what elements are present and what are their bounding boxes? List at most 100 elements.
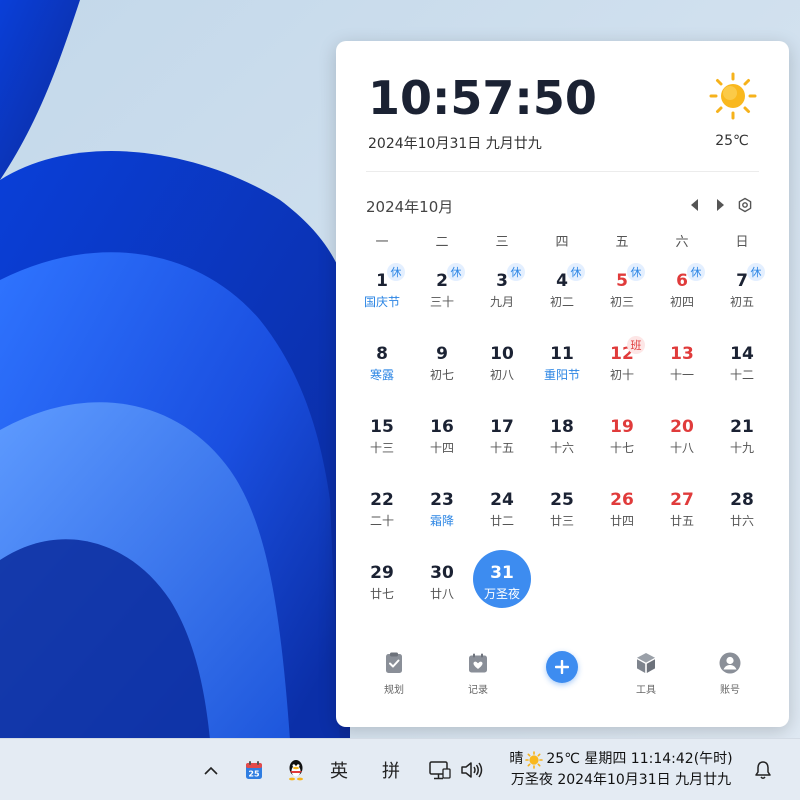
day-cell[interactable]: 6 初四 休	[652, 259, 712, 332]
lunar-date: 十五	[489, 441, 514, 455]
account-label: 账号	[720, 685, 740, 696]
workday-badge: 班	[627, 336, 645, 354]
day-cell[interactable]: 13 十一	[652, 332, 712, 405]
calendar-app-badge: 25	[248, 770, 260, 779]
day-number: 13	[670, 344, 694, 364]
prev-month-button[interactable]	[685, 195, 705, 215]
record-button[interactable]: 记录	[436, 649, 520, 709]
day-cell[interactable]: 5 初三 休	[592, 259, 652, 332]
lunar-date: 廿八	[429, 587, 454, 601]
lunar-date: 廿五	[669, 514, 694, 528]
lunar-date: 三十	[429, 295, 454, 309]
clipboard-check-icon	[386, 652, 402, 673]
lunar-date: 初十	[609, 368, 634, 382]
chevron-up-icon	[204, 766, 218, 775]
lunar-date: 初五	[729, 295, 754, 309]
day-number: 7	[736, 271, 748, 291]
day-cell[interactable]: 18 十六	[532, 405, 592, 478]
day-number: 28	[730, 490, 754, 510]
day-cell[interactable]: 25 廿三	[532, 478, 592, 551]
day-cell[interactable]: 17 十五	[472, 405, 532, 478]
add-button-wrapper	[520, 649, 604, 709]
day-number: 22	[370, 490, 394, 510]
calendar-settings-button[interactable]	[735, 195, 755, 215]
sun-icon[interactable]	[708, 71, 758, 121]
clock-line-1: 晴 25℃ 星期四 11:14:42(午时)	[509, 749, 733, 770]
day-number: 18	[550, 417, 574, 437]
weekday-label: 四	[555, 235, 569, 250]
day-cell[interactable]: 15 十三	[352, 405, 412, 478]
account-button[interactable]: 账号	[688, 649, 772, 709]
day-cell[interactable]: 10 初八	[472, 332, 532, 405]
day-cell[interactable]: 26 廿四	[592, 478, 652, 551]
ime-mode-button[interactable]: 拼	[378, 739, 404, 800]
lunar-date: 廿四	[609, 514, 634, 528]
day-cell-today[interactable]: 31 万圣夜	[472, 550, 532, 624]
clock-line-2: 万圣夜 2024年10月31日 九月廿九	[510, 772, 732, 788]
input-language-button[interactable]: 英	[326, 739, 352, 800]
day-cell[interactable]: 23 霜降	[412, 478, 472, 551]
day-cell[interactable]: 24 廿二	[472, 478, 532, 551]
holiday-badge: 休	[387, 263, 405, 281]
day-cell[interactable]: 28 廿六	[712, 478, 772, 551]
volume-button[interactable]	[459, 739, 485, 800]
day-cell[interactable]: 21 十九	[712, 405, 772, 478]
day-cell[interactable]: 27 廿五	[652, 478, 712, 551]
lunar-date: 十二	[729, 368, 754, 382]
day-cell[interactable]: 11 重阳节	[532, 332, 592, 405]
day-cell[interactable]: 20 十八	[652, 405, 712, 478]
day-number: 3	[496, 271, 508, 291]
day-number: 19	[610, 417, 634, 437]
taskbar-clock[interactable]: 晴 25℃ 星期四 11:14:42(午时) 万圣夜 2024年10月31日 九…	[496, 739, 746, 800]
plan-label: 规划	[384, 685, 404, 696]
network-button[interactable]	[428, 739, 452, 800]
holiday-badge: 休	[447, 263, 465, 281]
holiday-badge: 休	[567, 263, 585, 281]
show-hidden-icons-button[interactable]	[200, 739, 222, 800]
lunar-date: 十七	[609, 441, 634, 455]
calendar-app-tray-button[interactable]: 25	[242, 739, 266, 800]
day-number: 29	[370, 563, 394, 583]
lunar-date: 初七	[429, 368, 454, 382]
day-cell[interactable]: 9 初七	[412, 332, 472, 405]
calendar-grid: 1 国庆节休 2 三十休 3 九月休 4 初二休 5 初三休 6 初四休 7 初五休 8 寒露 9 初七 10 初八 1…	[352, 259, 772, 624]
day-number: 26	[610, 490, 634, 510]
holiday-badge: 休	[747, 263, 765, 281]
notifications-button[interactable]	[752, 739, 774, 800]
full-date: 2024年10月31日 九月廿九	[368, 136, 542, 152]
holiday-badge: 休	[507, 263, 525, 281]
lunar-date: 二十	[369, 514, 394, 528]
record-label: 记录	[468, 685, 488, 696]
user-icon	[719, 652, 741, 674]
day-cell[interactable]: 29 廿七	[352, 551, 412, 624]
calendar-panel: 10:57:50 2024年10月31日 九月廿九 25℃ 2024年10月 一…	[336, 41, 789, 727]
day-cell[interactable]: 30 廿八	[412, 551, 472, 624]
lunar-date: 寒露	[369, 368, 394, 382]
day-cell[interactable]: 8 寒露	[352, 332, 412, 405]
day-number: 9	[436, 344, 448, 364]
next-month-button[interactable]	[710, 195, 730, 215]
day-cell[interactable]: 22 二十	[352, 478, 412, 551]
calendar-app-icon: 25	[246, 761, 262, 779]
day-number: 6	[676, 271, 688, 291]
day-cell[interactable]: 19 十七	[592, 405, 652, 478]
day-cell[interactable]: 4 初二 休	[532, 259, 592, 332]
weekday-label: 五	[615, 235, 629, 250]
day-cell[interactable]: 12 初十班	[592, 332, 652, 405]
day-cell[interactable]: 16 十四	[412, 405, 472, 478]
qq-tray-button[interactable]	[284, 739, 308, 800]
day-cell[interactable]: 3 九月 休	[472, 259, 532, 332]
plan-button[interactable]: 规划	[352, 649, 436, 709]
lunar-date: 初二	[549, 295, 574, 309]
tools-button[interactable]: 工具	[604, 649, 688, 709]
day-cell[interactable]: 1 国庆节 休	[352, 259, 412, 332]
lunar-date: 十六	[549, 441, 574, 455]
day-number: 4	[556, 271, 568, 291]
day-cell[interactable]: 2 三十 休	[412, 259, 472, 332]
add-button[interactable]	[546, 651, 578, 683]
day-cell[interactable]: 14 十二	[712, 332, 772, 405]
day-number: 14	[730, 344, 754, 364]
divider	[366, 171, 759, 172]
day-cell[interactable]: 7 初五 休	[712, 259, 772, 332]
lunar-date: 九月	[489, 295, 514, 309]
